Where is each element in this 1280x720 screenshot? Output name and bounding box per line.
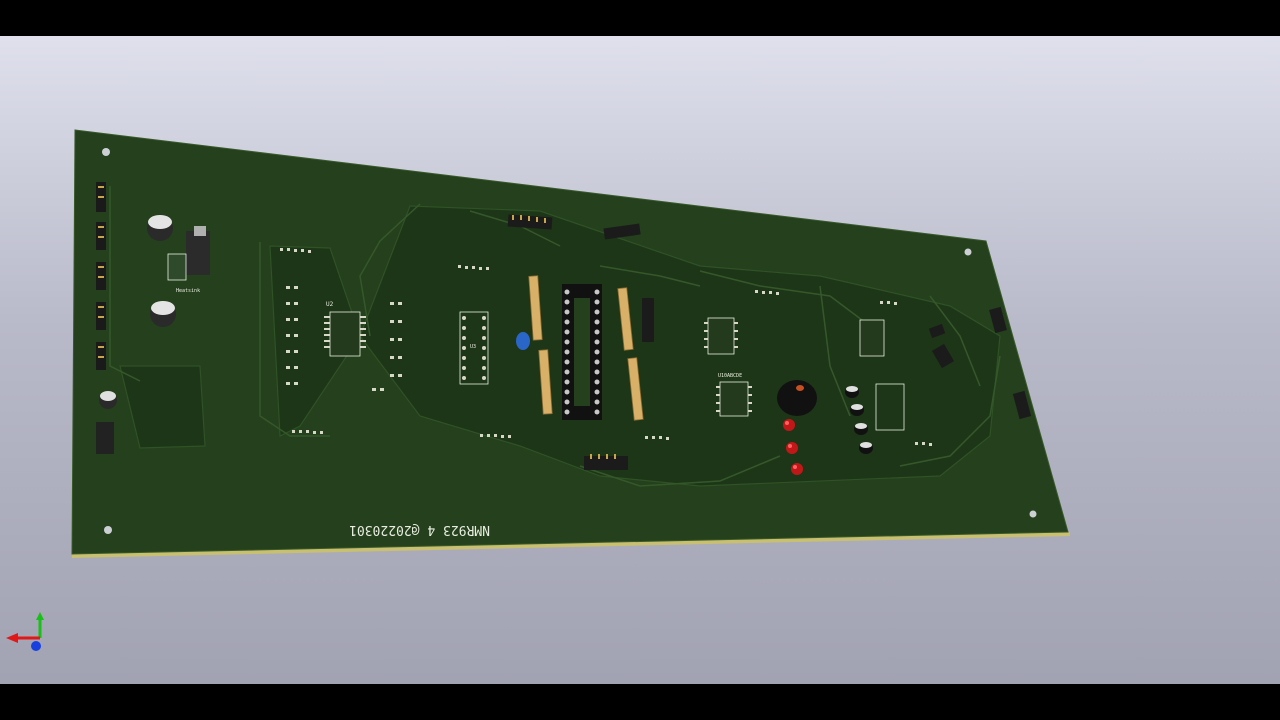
z-axis [31,641,41,651]
axis-gizmo[interactable] [6,612,44,651]
buzzer [777,380,817,416]
side-header [642,298,654,342]
dip-socket [562,284,602,420]
u2-label: U2 [326,301,334,308]
board-text: NMR923 4 @20220301 [349,522,490,537]
blue-capacitor [516,332,530,350]
video-frame: Heatsink U2 U3 U10ABCDE NMR923 4 @202203… [0,0,1280,720]
chip-label: U10ABCDE [718,373,742,379]
ic-u2 [324,311,366,357]
heatsink-label: Heatsink [176,288,200,294]
3d-viewport[interactable]: Heatsink U2 U3 U10ABCDE NMR923 4 @202203… [0,36,1280,684]
pcb-3d-scene: Heatsink U2 U3 U10ABCDE NMR923 4 @202203… [6,129,1070,651]
u3-label: U3 [470,344,476,350]
